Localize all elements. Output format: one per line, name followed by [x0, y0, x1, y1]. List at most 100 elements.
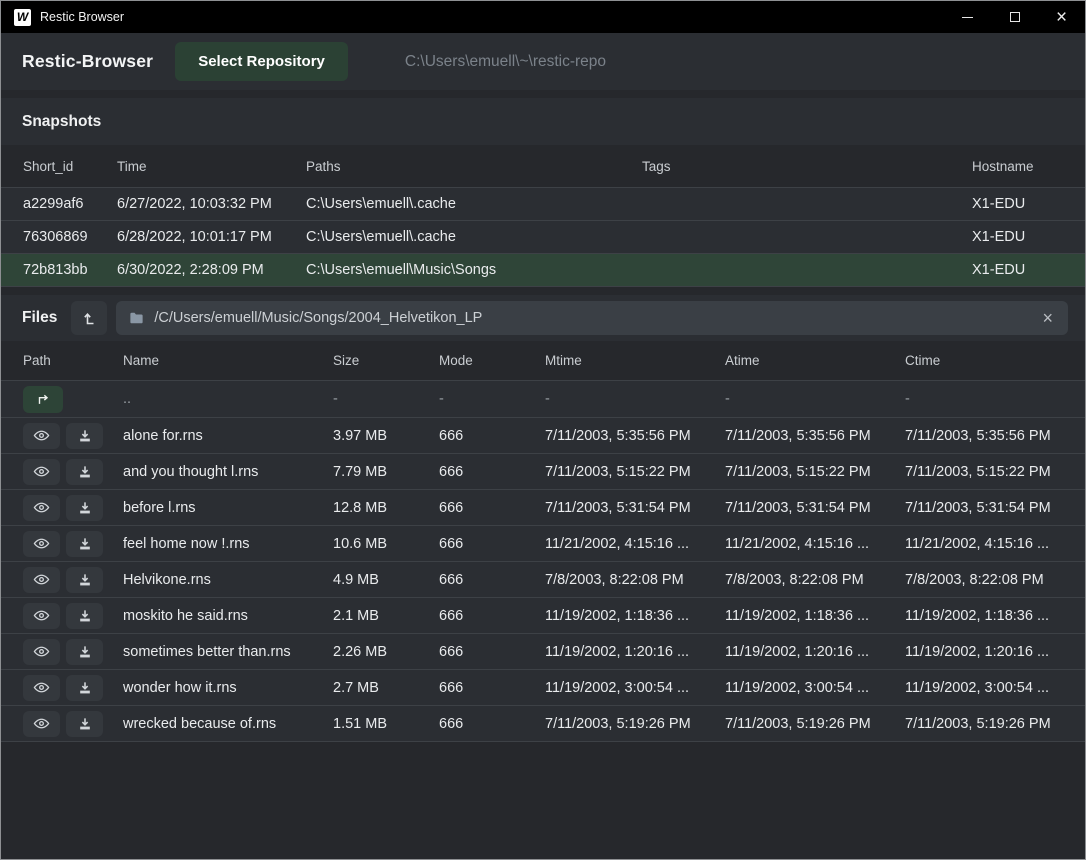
file-mtime: 7/11/2003, 5:31:54 PM — [545, 500, 725, 516]
download-file-button[interactable] — [66, 567, 103, 593]
file-row: alone for.rns 3.97 MB 666 7/11/2003, 5:3… — [1, 418, 1085, 454]
files-table-header: Path Name Size Mode Mtime Atime Ctime — [1, 341, 1085, 381]
close-button[interactable]: × — [1038, 1, 1085, 33]
eye-icon — [33, 645, 50, 658]
repository-path-field[interactable]: C:\Users\emuell\~\restic-repo — [405, 53, 606, 71]
file-row: wonder how it.rns 2.7 MB 666 11/19/2002,… — [1, 670, 1085, 706]
file-row: sometimes better than.rns 2.26 MB 666 11… — [1, 634, 1085, 670]
column-header-size: Size — [333, 353, 439, 368]
file-atime: 11/19/2002, 3:00:54 ... — [725, 680, 905, 696]
preview-file-button[interactable] — [23, 459, 60, 485]
file-mode: 666 — [439, 572, 545, 588]
current-path-bar[interactable]: /C/Users/emuell/Music/Songs/2004_Helveti… — [116, 301, 1068, 335]
preview-file-button[interactable] — [23, 567, 60, 593]
file-name: sometimes better than.rns — [123, 644, 333, 660]
download-icon — [78, 681, 92, 695]
download-file-button[interactable] — [66, 423, 103, 449]
column-header-mode: Mode — [439, 353, 545, 368]
file-mode: - — [439, 391, 545, 407]
clear-icon: × — [1042, 308, 1053, 328]
file-name: and you thought l.rns — [123, 464, 333, 480]
download-icon — [78, 645, 92, 659]
download-file-button[interactable] — [66, 639, 103, 665]
column-header-short-id: Short_id — [23, 159, 117, 174]
download-file-button[interactable] — [66, 459, 103, 485]
file-mode: 666 — [439, 536, 545, 552]
go-to-parent-button[interactable] — [23, 386, 63, 413]
folder-icon — [129, 311, 144, 325]
file-atime: 7/11/2003, 5:19:26 PM — [725, 716, 905, 732]
download-file-button[interactable] — [66, 603, 103, 629]
snapshots-title: Snapshots — [22, 113, 101, 131]
preview-file-button[interactable] — [23, 423, 60, 449]
preview-file-button[interactable] — [23, 639, 60, 665]
file-size: 1.51 MB — [333, 716, 439, 732]
download-file-button[interactable] — [66, 675, 103, 701]
column-header-path: Path — [23, 353, 123, 368]
snapshot-short-id: a2299af6 — [23, 196, 117, 212]
navigate-up-button[interactable] — [71, 301, 107, 335]
snapshot-paths: C:\Users\emuell\Music\Songs — [306, 262, 642, 278]
window-title: Restic Browser — [40, 10, 124, 24]
preview-file-button[interactable] — [23, 603, 60, 629]
preview-file-button[interactable] — [23, 711, 60, 737]
file-mtime: 7/11/2003, 5:15:22 PM — [545, 464, 725, 480]
file-ctime: - — [905, 391, 1063, 407]
file-ctime: 11/19/2002, 3:00:54 ... — [905, 680, 1063, 696]
file-mode: 666 — [439, 500, 545, 516]
titlebar[interactable]: W Restic Browser × — [1, 1, 1085, 33]
column-header-time: Time — [117, 159, 306, 174]
download-file-button[interactable] — [66, 495, 103, 521]
file-name: before l.rns — [123, 500, 333, 516]
up-then-right-arrow-icon — [35, 392, 51, 406]
file-ctime: 11/19/2002, 1:20:16 ... — [905, 644, 1063, 660]
eye-icon — [33, 537, 50, 550]
download-icon — [78, 717, 92, 731]
file-mode: 666 — [439, 680, 545, 696]
eye-icon — [33, 429, 50, 442]
window-controls: × — [944, 1, 1085, 33]
download-icon — [78, 609, 92, 623]
file-ctime: 7/11/2003, 5:35:56 PM — [905, 428, 1063, 444]
download-file-button[interactable] — [66, 531, 103, 557]
file-mode: 666 — [439, 608, 545, 624]
file-mtime: 7/11/2003, 5:35:56 PM — [545, 428, 725, 444]
breadcrumb: /C/Users/emuell/Music/Songs/2004_Helveti… — [154, 310, 482, 326]
file-name: wrecked because of.rns — [123, 716, 333, 732]
file-ctime: 7/11/2003, 5:31:54 PM — [905, 500, 1063, 516]
download-file-button[interactable] — [66, 711, 103, 737]
snapshot-hostname: X1-EDU — [972, 229, 1063, 245]
file-name: moskito he said.rns — [123, 608, 333, 624]
files-table: Path Name Size Mode Mtime Atime Ctime — [1, 341, 1085, 742]
clear-path-button[interactable]: × — [1040, 309, 1055, 327]
preview-file-button[interactable] — [23, 531, 60, 557]
snapshot-row[interactable]: 72b813bb 6/30/2022, 2:28:09 PM C:\Users\… — [1, 254, 1085, 287]
file-atime: 11/19/2002, 1:20:16 ... — [725, 644, 905, 660]
snapshot-row[interactable]: 76306869 6/28/2022, 10:01:17 PM C:\Users… — [1, 221, 1085, 254]
minimize-button[interactable] — [944, 1, 991, 33]
file-atime: 11/21/2002, 4:15:16 ... — [725, 536, 905, 552]
file-mode: 666 — [439, 464, 545, 480]
file-size: 4.9 MB — [333, 572, 439, 588]
file-mtime: 11/19/2002, 1:18:36 ... — [545, 608, 725, 624]
snapshot-row[interactable]: a2299af6 6/27/2022, 10:03:32 PM C:\Users… — [1, 188, 1085, 221]
files-title: Files — [22, 309, 57, 327]
file-mtime: 7/8/2003, 8:22:08 PM — [545, 572, 725, 588]
select-repository-button[interactable]: Select Repository — [175, 42, 348, 81]
column-header-mtime: Mtime — [545, 353, 725, 368]
preview-file-button[interactable] — [23, 495, 60, 521]
snapshots-section-header: Snapshots — [1, 98, 1085, 145]
file-mtime: 11/19/2002, 3:00:54 ... — [545, 680, 725, 696]
eye-icon — [33, 681, 50, 694]
snapshot-hostname: X1-EDU — [972, 262, 1063, 278]
eye-icon — [33, 465, 50, 478]
file-atime: 7/11/2003, 5:31:54 PM — [725, 500, 905, 516]
file-size: 10.6 MB — [333, 536, 439, 552]
file-mode: 666 — [439, 644, 545, 660]
column-header-ctime: Ctime — [905, 353, 1063, 368]
maximize-button[interactable] — [991, 1, 1038, 33]
eye-icon — [33, 609, 50, 622]
preview-file-button[interactable] — [23, 675, 60, 701]
app-logo-icon: W — [14, 9, 31, 26]
file-name: feel home now !.rns — [123, 536, 333, 552]
